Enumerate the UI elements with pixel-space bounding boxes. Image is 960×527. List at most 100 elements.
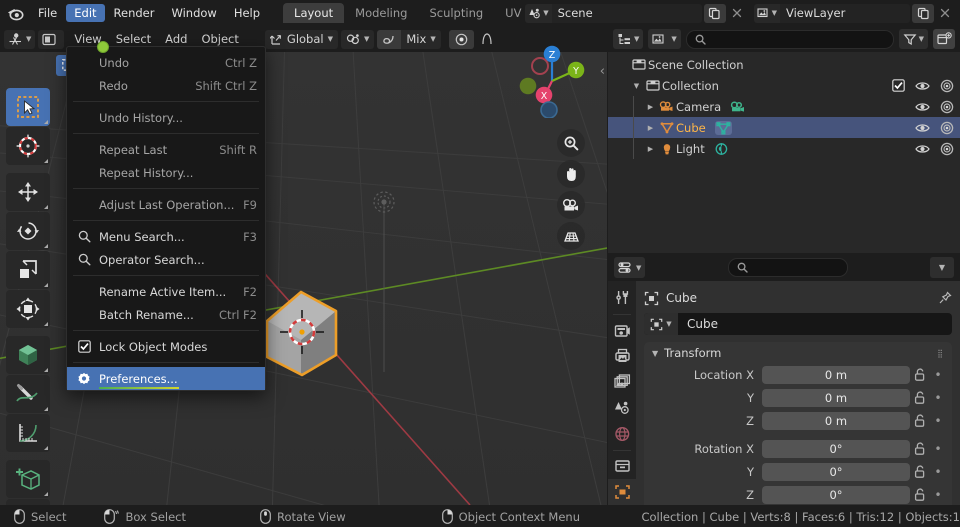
proportional-edit-toggle[interactable] bbox=[377, 29, 402, 49]
properties-tab-collection[interactable] bbox=[608, 454, 636, 480]
new-viewlayer-icon[interactable] bbox=[912, 3, 934, 23]
scale-tool[interactable] bbox=[6, 251, 50, 289]
properties-tab-world[interactable] bbox=[608, 421, 636, 447]
properties-search-input[interactable] bbox=[727, 258, 848, 277]
new-scene-icon[interactable] bbox=[703, 3, 726, 23]
transform-row-value[interactable]: 0 m bbox=[762, 388, 910, 407]
measure-tool[interactable] bbox=[6, 375, 50, 413]
tab-sculpting[interactable]: Sculpting bbox=[418, 3, 494, 23]
menu-drag-handle-dot[interactable] bbox=[97, 41, 109, 53]
overlay-toggle[interactable] bbox=[448, 29, 474, 49]
checkbox-checked-icon[interactable] bbox=[892, 79, 905, 92]
camera-render-icon[interactable] bbox=[940, 79, 954, 93]
eye-icon[interactable] bbox=[915, 143, 930, 155]
menu-render[interactable]: Render bbox=[106, 4, 163, 22]
animate-dot-icon[interactable]: • bbox=[930, 488, 946, 502]
object-type-dropdown[interactable]: ▼ bbox=[644, 313, 678, 335]
transform-orientation-dropdown[interactable]: Global ▼ bbox=[264, 29, 338, 49]
transform-panel-header[interactable]: ▼ Transform ⣿ bbox=[644, 342, 952, 364]
menu-file[interactable]: File bbox=[30, 4, 65, 22]
transform-row-value[interactable]: 0° bbox=[762, 439, 910, 458]
mesh-data-icon[interactable] bbox=[714, 120, 732, 135]
properties-tab-tool[interactable] bbox=[608, 285, 636, 311]
outliner-row-collection[interactable]: ▼ Collection bbox=[608, 75, 960, 96]
outliner-row-scene-collection[interactable]: Scene Collection bbox=[608, 54, 960, 75]
menu-item-operator-search[interactable]: Operator Search... bbox=[67, 248, 265, 271]
properties-tab-render[interactable] bbox=[608, 318, 636, 344]
properties-editor-icon[interactable]: ▼ bbox=[614, 257, 646, 278]
menu-window[interactable]: Window bbox=[163, 4, 224, 22]
unlock-icon[interactable] bbox=[910, 464, 930, 479]
viewlayer-icon[interactable]: ▼ bbox=[753, 3, 780, 23]
unlock-icon[interactable] bbox=[910, 441, 930, 456]
properties-options-dropdown[interactable]: ▼ bbox=[929, 257, 954, 278]
navigation-gizmo[interactable]: Z Y X bbox=[515, 44, 589, 118]
transform-row-value[interactable]: 0° bbox=[762, 462, 910, 481]
pin-icon[interactable] bbox=[938, 291, 952, 305]
unlink-scene-icon[interactable] bbox=[726, 4, 748, 23]
outliner-row-camera[interactable]: ▶ Camera bbox=[608, 96, 960, 117]
move-tool[interactable] bbox=[6, 173, 50, 211]
annotate-tool[interactable] bbox=[6, 336, 50, 374]
menu-edit[interactable]: Edit bbox=[66, 4, 105, 22]
new-collection-icon[interactable] bbox=[933, 29, 955, 49]
snap-dropdown[interactable]: ▼ bbox=[340, 29, 375, 49]
edit-menu-dropdown[interactable]: Undo Ctrl Z Redo Shift Ctrl Z Undo History..… bbox=[66, 41, 266, 391]
sidebar-collapse-icon[interactable]: ‹ bbox=[600, 64, 605, 79]
unlock-icon[interactable] bbox=[910, 367, 930, 382]
add-cube-tool[interactable] bbox=[6, 460, 50, 498]
outliner-row-light[interactable]: ▶ Light bbox=[608, 138, 960, 159]
outliner-row-cube[interactable]: ▶ Cube bbox=[608, 117, 960, 138]
scene-name-field[interactable]: Scene bbox=[551, 3, 702, 23]
light-data-icon[interactable] bbox=[714, 142, 729, 156]
menu-item-batch-rename[interactable]: Batch Rename... Ctrl F2 bbox=[67, 303, 265, 326]
xray-toggle[interactable] bbox=[477, 30, 497, 49]
grip-dots-icon[interactable]: ⣿ bbox=[937, 349, 944, 358]
tab-modeling[interactable]: Modeling bbox=[344, 3, 418, 23]
properties-tab-view-layer[interactable] bbox=[608, 369, 636, 395]
tab-layout[interactable]: Layout bbox=[283, 3, 345, 23]
eye-icon[interactable] bbox=[915, 122, 930, 134]
object-name-field[interactable]: ▼ Cube bbox=[644, 313, 952, 335]
unlink-viewlayer-icon[interactable] bbox=[934, 4, 956, 23]
unlock-icon[interactable] bbox=[910, 413, 930, 428]
eye-icon[interactable] bbox=[915, 101, 930, 113]
cad-tool[interactable]: CAD bbox=[6, 499, 50, 505]
camera-view-button[interactable] bbox=[557, 191, 585, 219]
outliner-search-input[interactable] bbox=[685, 29, 894, 49]
rotate-tool[interactable] bbox=[6, 212, 50, 250]
menu-item-menu-search[interactable]: Menu Search... F3 bbox=[67, 225, 265, 248]
animate-dot-icon[interactable]: • bbox=[930, 465, 946, 479]
camera-render-icon[interactable] bbox=[940, 100, 954, 114]
unlock-icon[interactable] bbox=[910, 487, 930, 502]
animate-dot-icon[interactable]: • bbox=[930, 391, 946, 405]
viewlayer-name-field[interactable]: ViewLayer bbox=[780, 3, 910, 23]
proportional-falloff-dropdown[interactable]: Mix ▼ bbox=[401, 29, 441, 49]
disclosure-triangle-icon[interactable]: ▶ bbox=[644, 124, 657, 132]
viewport-shading-group[interactable] bbox=[38, 29, 65, 49]
disclosure-triangle-icon[interactable]: ▶ bbox=[644, 103, 657, 111]
toggle-orthographic-button[interactable] bbox=[557, 222, 585, 250]
zoom-button[interactable] bbox=[557, 129, 585, 157]
properties-tab-scene[interactable] bbox=[608, 395, 636, 421]
eye-icon[interactable] bbox=[915, 80, 930, 92]
funnel-filter-icon[interactable]: ▼ bbox=[898, 29, 928, 49]
unlock-icon[interactable] bbox=[910, 390, 930, 405]
camera-render-icon[interactable] bbox=[940, 142, 954, 156]
ruler-tool[interactable] bbox=[6, 414, 50, 452]
pan-button[interactable] bbox=[557, 160, 585, 188]
menu-item-lock-object-modes[interactable]: Lock Object Modes bbox=[67, 335, 265, 358]
disclosure-triangle-icon[interactable]: ▶ bbox=[644, 145, 657, 153]
outliner-display-mode-icon[interactable]: ▼ bbox=[613, 29, 644, 49]
transform-row-value[interactable]: 0° bbox=[762, 485, 910, 504]
cursor-tool[interactable] bbox=[6, 127, 50, 165]
object-mode-selector[interactable]: ▼ bbox=[4, 29, 36, 49]
id-type-filter-icon[interactable]: ▼ bbox=[648, 29, 681, 49]
menu-item-rename-active-item[interactable]: Rename Active Item... F2 bbox=[67, 280, 265, 303]
camera-render-icon[interactable] bbox=[940, 121, 954, 135]
menu-help[interactable]: Help bbox=[226, 4, 268, 22]
camera-data-icon[interactable] bbox=[730, 100, 746, 114]
tweak-select-tool[interactable] bbox=[6, 88, 50, 126]
blender-logo-icon[interactable] bbox=[0, 0, 30, 26]
transform-tool[interactable] bbox=[6, 290, 50, 328]
